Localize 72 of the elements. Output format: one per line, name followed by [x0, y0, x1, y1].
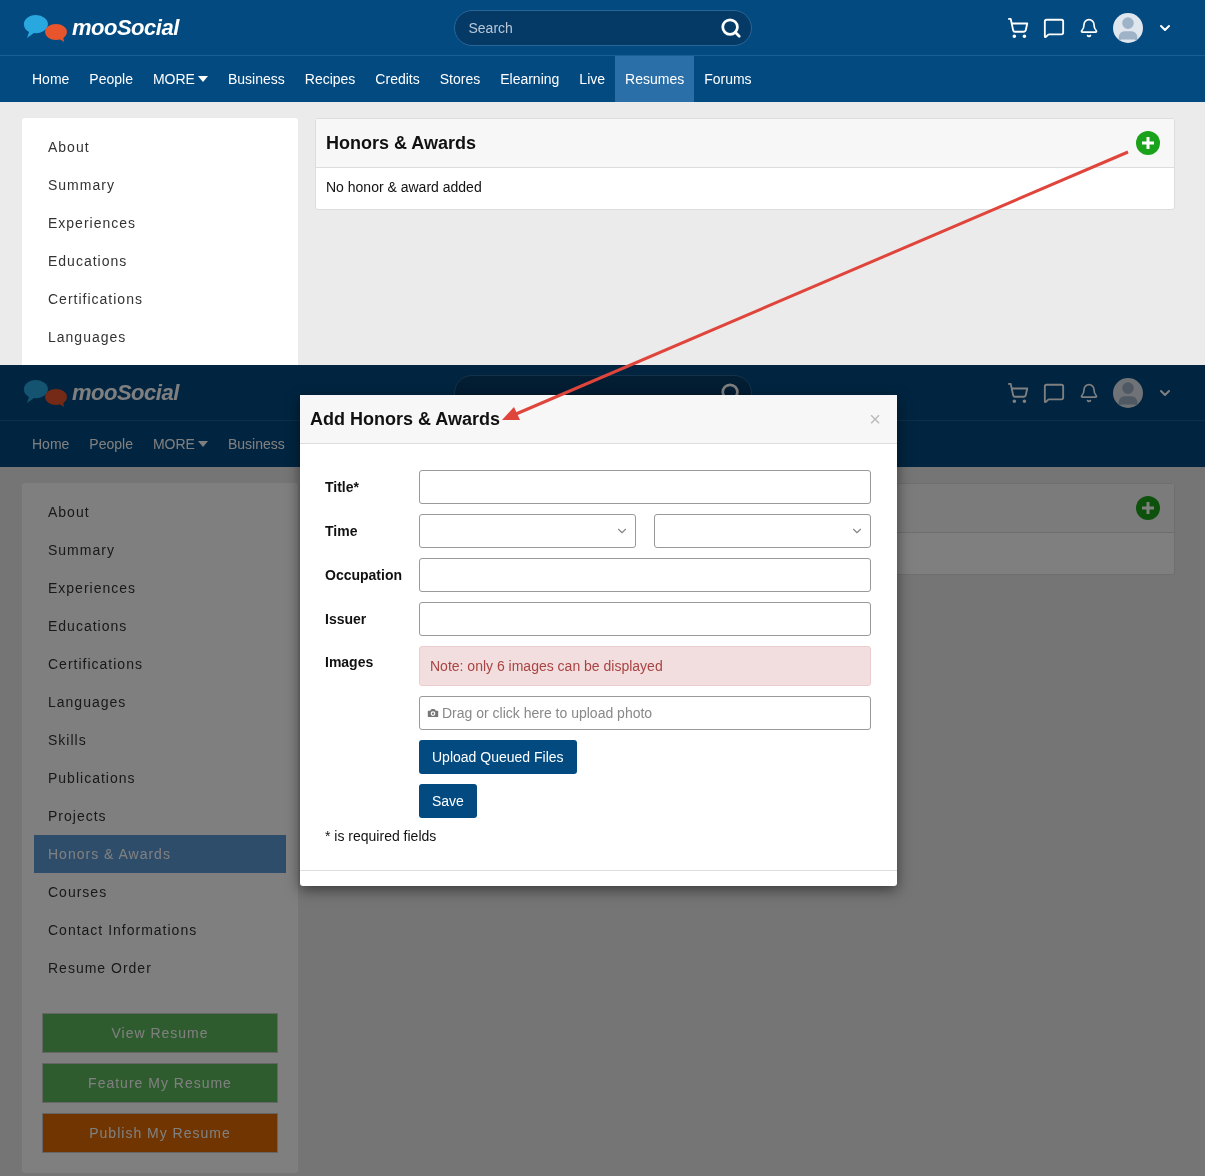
sidebar-item[interactable]: Courses — [34, 873, 286, 911]
modal-title: Add Honors & Awards — [310, 408, 501, 430]
note-alert: Note: only 6 images can be displayed — [419, 646, 871, 686]
chat-icon[interactable] — [1043, 16, 1065, 39]
add-icon[interactable] — [1136, 131, 1160, 155]
field-label: Images — [325, 653, 375, 672]
field-label: Issuer — [325, 610, 368, 629]
bell-icon[interactable] — [1079, 17, 1099, 38]
nav-item[interactable]: Home — [22, 56, 80, 102]
sidebar-item[interactable]: Educations — [34, 607, 286, 645]
nav-item[interactable]: MORE — [142, 421, 218, 467]
sidebar-item[interactable]: Resume Order — [34, 949, 286, 987]
upload-field[interactable]: Drag or click here to upload photo — [419, 696, 871, 730]
text-field[interactable] — [419, 602, 871, 636]
avatar-icon[interactable] — [1113, 377, 1143, 408]
text-field[interactable] — [419, 470, 871, 504]
nav-item[interactable]: Business — [217, 421, 295, 467]
required-note: * is required fields — [325, 828, 438, 844]
nav-item[interactable]: Credits — [365, 56, 430, 102]
sidebar-item[interactable]: Skills — [34, 721, 286, 759]
chat-icon[interactable] — [1043, 381, 1065, 404]
nav-item[interactable]: Recipes — [294, 56, 366, 102]
cart-icon[interactable] — [1007, 16, 1029, 39]
nav-item[interactable]: MORE — [142, 56, 218, 102]
sidebar-item[interactable]: Summary — [34, 166, 286, 204]
sidebar-item[interactable]: Certifications — [34, 645, 286, 683]
sidebar-item[interactable]: Contact Informations — [34, 911, 286, 949]
logo-text[interactable]: mooSocial — [72, 379, 179, 406]
caret-icon — [197, 441, 208, 447]
dropdown-field[interactable] — [419, 514, 636, 548]
field-label: Title* — [325, 478, 360, 497]
sidebar-item[interactable]: Languages — [34, 683, 286, 721]
sidebar-item[interactable]: Honors & Awards — [34, 835, 286, 873]
nav-item[interactable]: Forums — [694, 56, 762, 102]
nav-item[interactable]: Stores — [429, 56, 491, 102]
logo-text[interactable]: mooSocial — [72, 14, 179, 41]
nav-item[interactable]: Resumes — [615, 56, 695, 102]
add-icon[interactable] — [1136, 496, 1160, 520]
sidebar-item[interactable]: Publications — [34, 759, 286, 797]
field-label: Time — [325, 522, 359, 541]
avatar-icon[interactable] — [1113, 12, 1143, 43]
nav-item[interactable]: Business — [217, 56, 295, 102]
sidebar-item[interactable]: Educations — [34, 242, 286, 280]
field-label: Occupation — [325, 566, 403, 585]
save-button[interactable]: Save — [419, 784, 477, 818]
empty-message: No honor & award added — [326, 179, 482, 195]
caret-icon — [197, 76, 208, 82]
nav-item[interactable]: Home — [22, 421, 80, 467]
bell-icon[interactable] — [1079, 382, 1099, 403]
logo-icon — [22, 12, 68, 43]
nav-item[interactable]: People — [79, 56, 143, 102]
sidebar-item[interactable]: Experiences — [34, 204, 286, 242]
nav-item[interactable]: Elearning — [490, 56, 570, 102]
camera-icon — [426, 706, 440, 720]
sidebar-item[interactable]: About — [34, 128, 286, 166]
nav-item[interactable]: Live — [569, 56, 616, 102]
nav-item[interactable]: People — [79, 421, 143, 467]
sidebar-item[interactable]: Summary — [34, 531, 286, 569]
publish-button[interactable]: Publish My Resume — [42, 1113, 278, 1153]
sidebar-item[interactable]: Certifications — [34, 280, 286, 318]
panel-title: Honors & Awards — [326, 132, 477, 154]
sidebar-item[interactable]: Experiences — [34, 569, 286, 607]
logo-icon — [22, 377, 68, 408]
sidebar-item[interactable]: About — [34, 493, 286, 531]
sidebar-item[interactable]: Languages — [34, 318, 286, 356]
sidebar-item[interactable]: Projects — [34, 797, 286, 835]
search-field[interactable]: Search — [453, 9, 752, 46]
dropdown-field[interactable] — [654, 514, 871, 548]
cart-icon[interactable] — [1007, 381, 1029, 404]
upload-button[interactable]: Upload Queued Files — [419, 740, 577, 774]
search-icon[interactable] — [719, 16, 742, 39]
text-field[interactable] — [419, 558, 871, 592]
